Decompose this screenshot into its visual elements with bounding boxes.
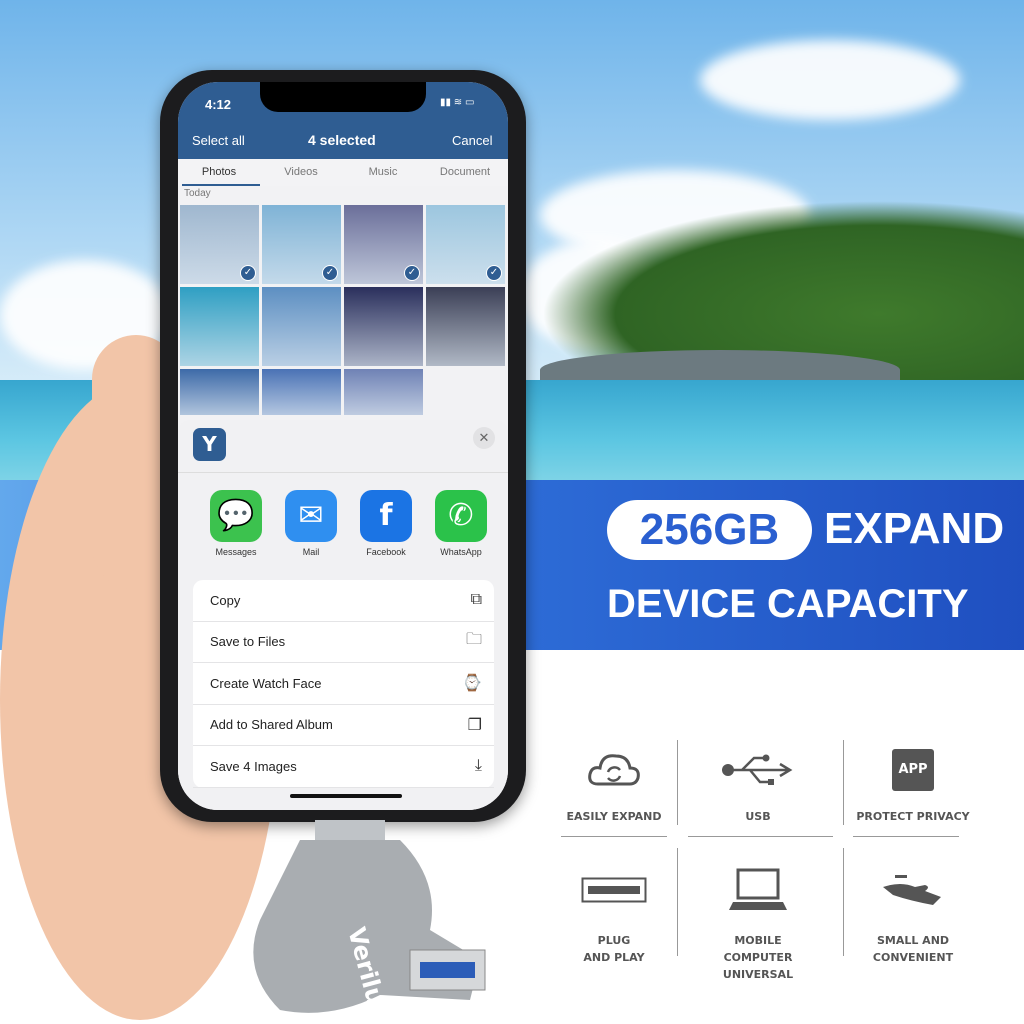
app-label: Facebook (366, 547, 406, 557)
app-label: Messages (215, 547, 257, 557)
action-save-to-files[interactable]: Save to Files 🗀 (193, 622, 494, 663)
photo-thumbnail[interactable] (344, 287, 423, 366)
share-sheet: Y ✕ 💬 Messages ✉ Mail f Facebook ✆ WhatsApp Cop… (178, 420, 508, 810)
feature-usb-port: PLUG AND PLAY (544, 860, 684, 966)
photo-thumbnail[interactable] (344, 369, 423, 415)
lightning-connector (315, 820, 385, 840)
laptop-icon (688, 860, 828, 920)
photo-thumbnail[interactable] (180, 369, 259, 415)
feature-hand: SMALL AND CONVENIENT (843, 860, 983, 966)
photo-thumbnail[interactable]: ✓ (344, 205, 423, 284)
action-copy[interactable]: Copy ⧉ (193, 580, 494, 622)
feature-grid: EASILY EXPAND USB APP PROTECT PRIVACY PLUG A… (550, 730, 990, 981)
cloud-sync-icon (544, 740, 684, 800)
action-label: Create Watch Face (210, 675, 322, 691)
whatsapp-icon: ✆ (435, 490, 487, 542)
photo-thumbnail[interactable] (426, 287, 505, 366)
active-tab-indicator (182, 184, 260, 186)
tab-videos[interactable]: Videos (260, 166, 342, 178)
photo-thumbnail[interactable]: ✓ (426, 205, 505, 284)
feature-label: PLUG AND PLAY (583, 934, 645, 964)
save-icon: ⤓ (474, 757, 482, 775)
feature-label: SMALL AND CONVENIENT (872, 934, 954, 964)
facebook-icon: f (360, 490, 412, 542)
usb-port-icon (544, 860, 684, 920)
checkmark-icon: ✓ (240, 265, 256, 281)
usb-icon (688, 740, 828, 800)
feature-usb: USB (688, 740, 828, 825)
selection-title: 4 selected (308, 132, 376, 148)
messages-icon: 💬 (210, 490, 262, 542)
checkmark-icon: ✓ (322, 265, 338, 281)
status-time: 4:12 (205, 97, 232, 112)
action-label: Save 4 Images (210, 758, 297, 774)
photo-thumbnail[interactable] (180, 287, 259, 366)
app-label: Mail (302, 547, 320, 557)
home-indicator (290, 794, 402, 798)
action-label: Add to Shared Album (210, 717, 333, 733)
share-app-whatsapp[interactable]: ✆ WhatsApp (435, 490, 487, 557)
photo-thumbnail[interactable] (262, 287, 341, 366)
usb-drive: Verilux (253, 820, 486, 1020)
copy-icon: ⧉ (470, 591, 482, 609)
cloud (700, 40, 960, 120)
select-all-button[interactable]: Select all (192, 133, 245, 148)
divider (561, 836, 667, 837)
action-list: Copy ⧉ Save to Files 🗀 Create Watch Face ⌚ Add… (193, 580, 494, 788)
photo-thumbnail[interactable] (262, 369, 341, 415)
hand-icon (843, 860, 983, 920)
notch (260, 82, 426, 112)
tab-document[interactable]: Document (424, 166, 506, 178)
feature-cloud-sync: EASILY EXPAND (544, 740, 684, 825)
divider (178, 472, 508, 473)
action-label: Save to Files (210, 634, 286, 650)
close-icon[interactable]: ✕ (473, 427, 495, 449)
feature-label: USB (745, 810, 771, 823)
folder-icon: 🗀 (465, 631, 482, 649)
action-label: Copy (210, 592, 241, 608)
checkmark-icon: ✓ (486, 265, 502, 281)
divider (688, 836, 833, 837)
watch-icon: ⌚ (462, 675, 482, 693)
tab-photos[interactable]: Photos (178, 166, 260, 178)
action-create-watch-face[interactable]: Create Watch Face ⌚ (193, 663, 494, 705)
feature-laptop: MOBILE COMPUTER UNIVERSAL (688, 860, 828, 983)
action-save-4-images[interactable]: Save 4 Images ⤓ (193, 746, 494, 788)
divider (853, 836, 959, 837)
app-label: WhatsApp (440, 547, 482, 557)
share-app-facebook[interactable]: f Facebook (360, 490, 412, 557)
feature-app: APP PROTECT PRIVACY (843, 740, 983, 825)
cancel-button[interactable]: Cancel (452, 133, 492, 148)
checkmark-icon: ✓ (404, 265, 420, 281)
capacity-badge: 256GB (607, 500, 812, 560)
feature-label: MOBILE COMPUTER UNIVERSAL (722, 934, 794, 981)
headline-device-capacity: DEVICE CAPACITY (607, 582, 969, 626)
section-today: Today (184, 188, 211, 199)
shared-album-icon: ❐ (467, 716, 482, 734)
app-logo-icon: Y (193, 428, 226, 461)
photo-thumbnail[interactable]: ✓ (180, 205, 259, 284)
usb-a-tongue (420, 962, 475, 978)
photo-grid: ✓ ✓ ✓ ✓ (180, 205, 508, 417)
share-app-mail[interactable]: ✉ Mail (285, 490, 337, 557)
tab-music[interactable]: Music (342, 166, 424, 178)
headline-expand: EXPAND (824, 504, 1005, 553)
app-icon-text: APP (892, 749, 934, 791)
media-tabs: Photos Videos Music Document (178, 159, 508, 186)
photo-thumbnail[interactable]: ✓ (262, 205, 341, 284)
share-app-messages[interactable]: 💬 Messages (210, 490, 262, 557)
app-icon: APP (843, 740, 983, 800)
phone-screen: 4:12 ▮▮ ≋ ▭ Select all 4 selected Cancel… (178, 82, 508, 810)
status-icons: ▮▮ ≋ ▭ (440, 97, 475, 108)
feature-label: EASILY EXPAND (566, 810, 662, 823)
feature-label: PROTECT PRIVACY (856, 810, 970, 823)
action-add-to-shared-album[interactable]: Add to Shared Album ❐ (193, 705, 494, 746)
mail-icon: ✉ (285, 490, 337, 542)
